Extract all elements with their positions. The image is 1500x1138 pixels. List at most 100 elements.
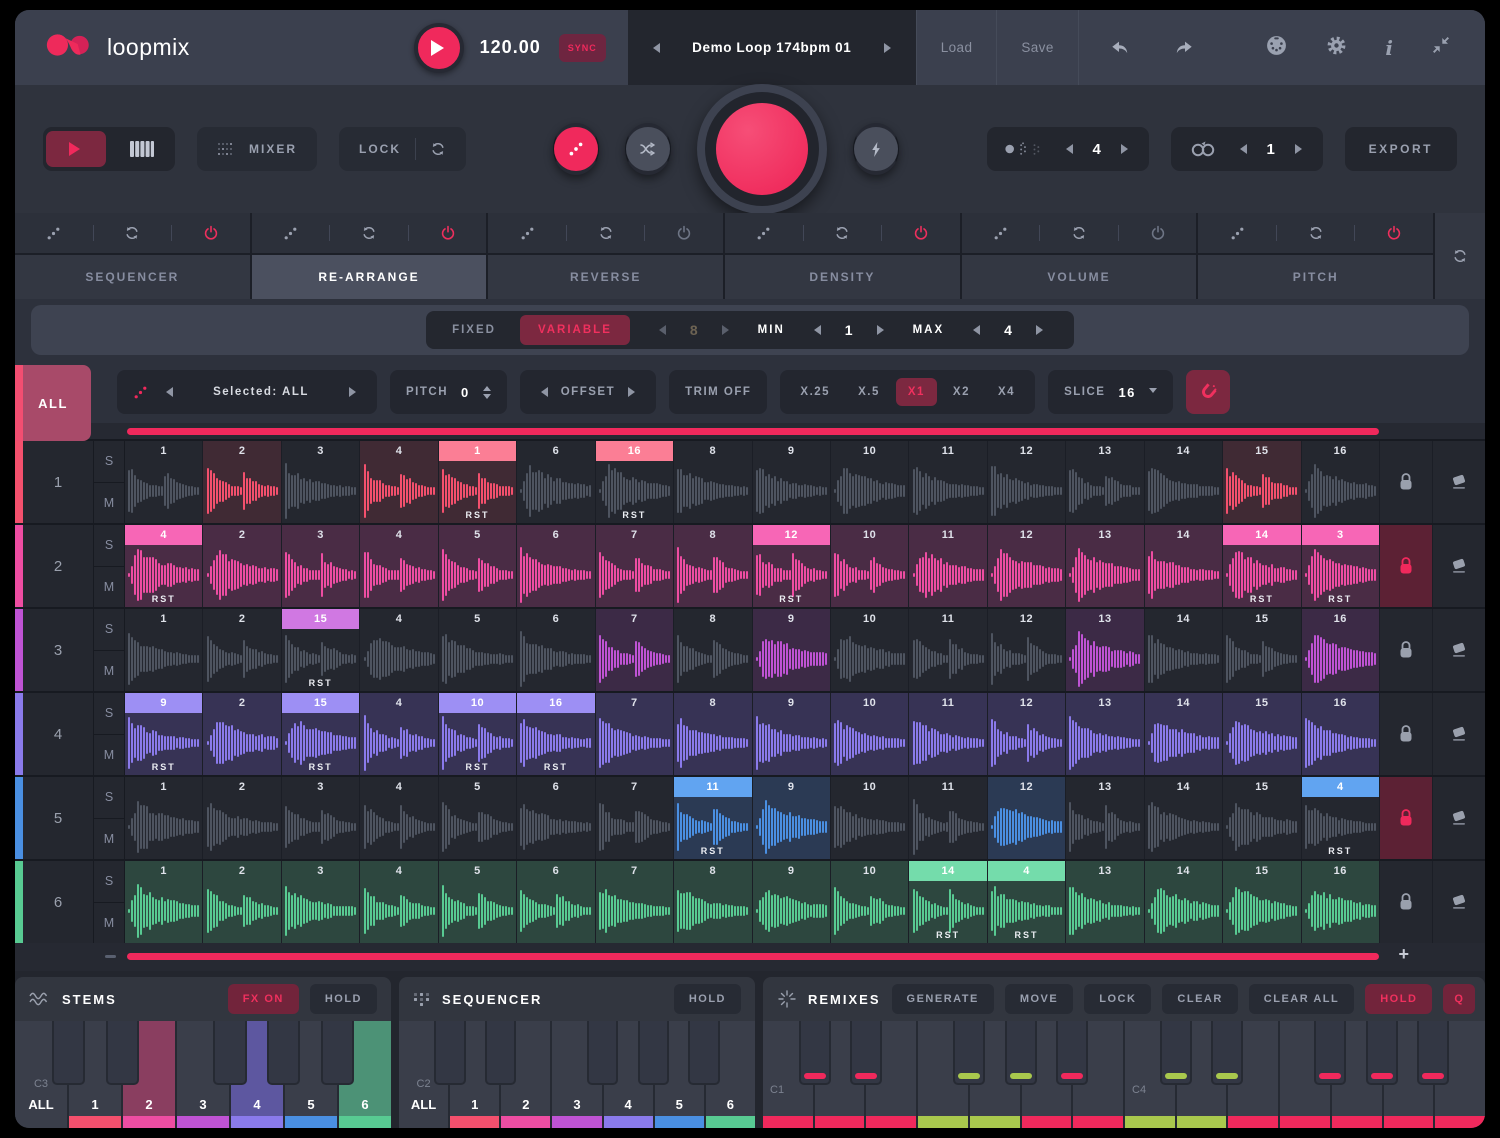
step-cell[interactable]: 5 [438,861,516,943]
step-cell[interactable]: 6 [516,861,594,943]
min-prev-icon[interactable] [809,325,821,335]
solo-button[interactable]: S [94,441,124,482]
step-cell[interactable]: 5 [438,777,516,859]
step-cell[interactable]: 14RST [1222,525,1300,607]
track-erase-button[interactable] [1432,777,1485,859]
track-erase-button[interactable] [1432,441,1485,523]
variation-prev-icon[interactable] [1061,144,1073,154]
refresh-icon[interactable] [1277,225,1355,241]
power-icon[interactable] [172,225,250,241]
step-cell[interactable]: 13 [1065,861,1143,943]
offset-next-icon[interactable] [628,387,640,397]
step-cell[interactable]: 3 [281,525,359,607]
step-cell[interactable]: 8 [673,441,751,523]
step-cell[interactable]: 2 [202,777,280,859]
preset-browser[interactable]: Demo Loop 174bpm 01 [628,10,916,85]
bottom-progress-bar[interactable] [127,953,1379,960]
clear-all-button[interactable]: CLEAR ALL [1249,984,1354,1014]
step-cell[interactable]: 11 [908,441,986,523]
step-cell[interactable]: 13 [1065,777,1143,859]
step-cell[interactable]: 11RST [673,777,751,859]
step-cell[interactable]: 10 [830,441,908,523]
tab-volume[interactable]: VOLUME [962,213,1197,299]
dice-icon[interactable] [1198,226,1276,241]
remix-hold-button[interactable]: HOLD [1365,984,1432,1014]
step-cell[interactable]: 14RST [908,861,986,943]
black-key[interactable] [434,1021,466,1085]
dice-icon[interactable] [725,226,803,241]
step-cell[interactable]: 16 [1301,693,1379,775]
step-cell[interactable]: 4RST [987,861,1065,943]
track-erase-button[interactable] [1432,693,1485,775]
redo-button[interactable] [1169,39,1195,57]
step-cell[interactable]: 13 [1065,693,1143,775]
power-icon[interactable] [1119,225,1197,241]
black-key[interactable] [267,1021,300,1085]
undo-button[interactable] [1109,39,1135,57]
black-key[interactable] [52,1021,85,1085]
stems-hold-button[interactable]: HOLD [310,984,377,1014]
loop-next-icon[interactable] [1295,144,1307,154]
steps-prev-icon[interactable] [654,325,666,335]
black-key[interactable] [106,1021,139,1085]
step-cell[interactable]: 16RST [595,441,673,523]
step-cell[interactable]: 11 [908,525,986,607]
top-progress-bar[interactable] [127,428,1379,435]
offset-stepper[interactable]: OFFSET [520,370,656,414]
track-erase-button[interactable] [1432,609,1485,691]
dice-icon[interactable] [252,226,330,241]
track-lock-button[interactable] [1379,861,1432,943]
save-button[interactable]: Save [997,10,1077,85]
step-cell[interactable]: 9 [752,609,830,691]
step-cell[interactable]: 4 [359,693,437,775]
trim-toggle[interactable]: TRIM OFF [669,370,767,414]
sync-button[interactable]: SYNC [559,34,606,62]
step-cell[interactable]: 13 [1065,609,1143,691]
slice-dropdown[interactable]: SLICE 16 [1048,370,1173,414]
max-next-icon[interactable] [1036,325,1048,335]
tab-re-arrange[interactable]: RE-ARRANGE [252,213,487,299]
step-cell[interactable]: 2 [202,609,280,691]
track-lock-button[interactable] [1379,441,1432,523]
step-cell[interactable]: 7 [595,609,673,691]
min-next-icon[interactable] [877,325,889,335]
rate-x1[interactable]: X1 [896,378,937,406]
step-cell[interactable]: 14 [1144,609,1222,691]
sequencer-hold-button[interactable]: HOLD [674,984,741,1014]
steps-next-icon[interactable] [722,325,734,335]
solo-button[interactable]: S [94,609,124,650]
step-cell[interactable]: 4 [359,777,437,859]
step-cell[interactable]: 16 [1301,861,1379,943]
step-cell[interactable]: 15 [1222,777,1300,859]
dice-icon[interactable] [962,226,1040,241]
step-cell[interactable]: 2 [202,861,280,943]
step-cell[interactable]: 4 [359,441,437,523]
step-cell[interactable]: 8 [673,693,751,775]
step-cell[interactable]: 7 [595,861,673,943]
step-cell[interactable]: 6 [516,777,594,859]
preset-prev-icon[interactable] [648,43,660,53]
step-cell[interactable]: 3 [281,441,359,523]
track-lock-button[interactable] [1379,777,1432,859]
step-cell[interactable]: 5 [438,609,516,691]
rate-x4[interactable]: X4 [986,378,1027,406]
step-cell[interactable]: 16 [1301,441,1379,523]
step-cell[interactable]: 13 [1065,525,1143,607]
step-cell[interactable]: 1RST [438,441,516,523]
loop-keys-toggle[interactable] [43,127,175,171]
step-cell[interactable]: 15 [1222,861,1300,943]
step-cell[interactable]: 15RST [281,609,359,691]
step-cell[interactable]: 14 [1144,693,1222,775]
select-all-button[interactable]: ALL [15,365,91,441]
step-cell[interactable]: 10 [830,861,908,943]
step-cell[interactable]: 1 [125,609,202,691]
fx-on-button[interactable]: FX ON [228,984,299,1014]
black-key[interactable] [953,1021,985,1085]
step-cell[interactable]: 16 [1301,609,1379,691]
step-cell[interactable]: 10 [830,609,908,691]
refresh-icon[interactable] [804,225,882,241]
black-key[interactable] [1211,1021,1243,1085]
step-cell[interactable]: 14 [1144,861,1222,943]
step-cell[interactable]: 6 [516,441,594,523]
magnet-button[interactable] [1186,370,1230,414]
